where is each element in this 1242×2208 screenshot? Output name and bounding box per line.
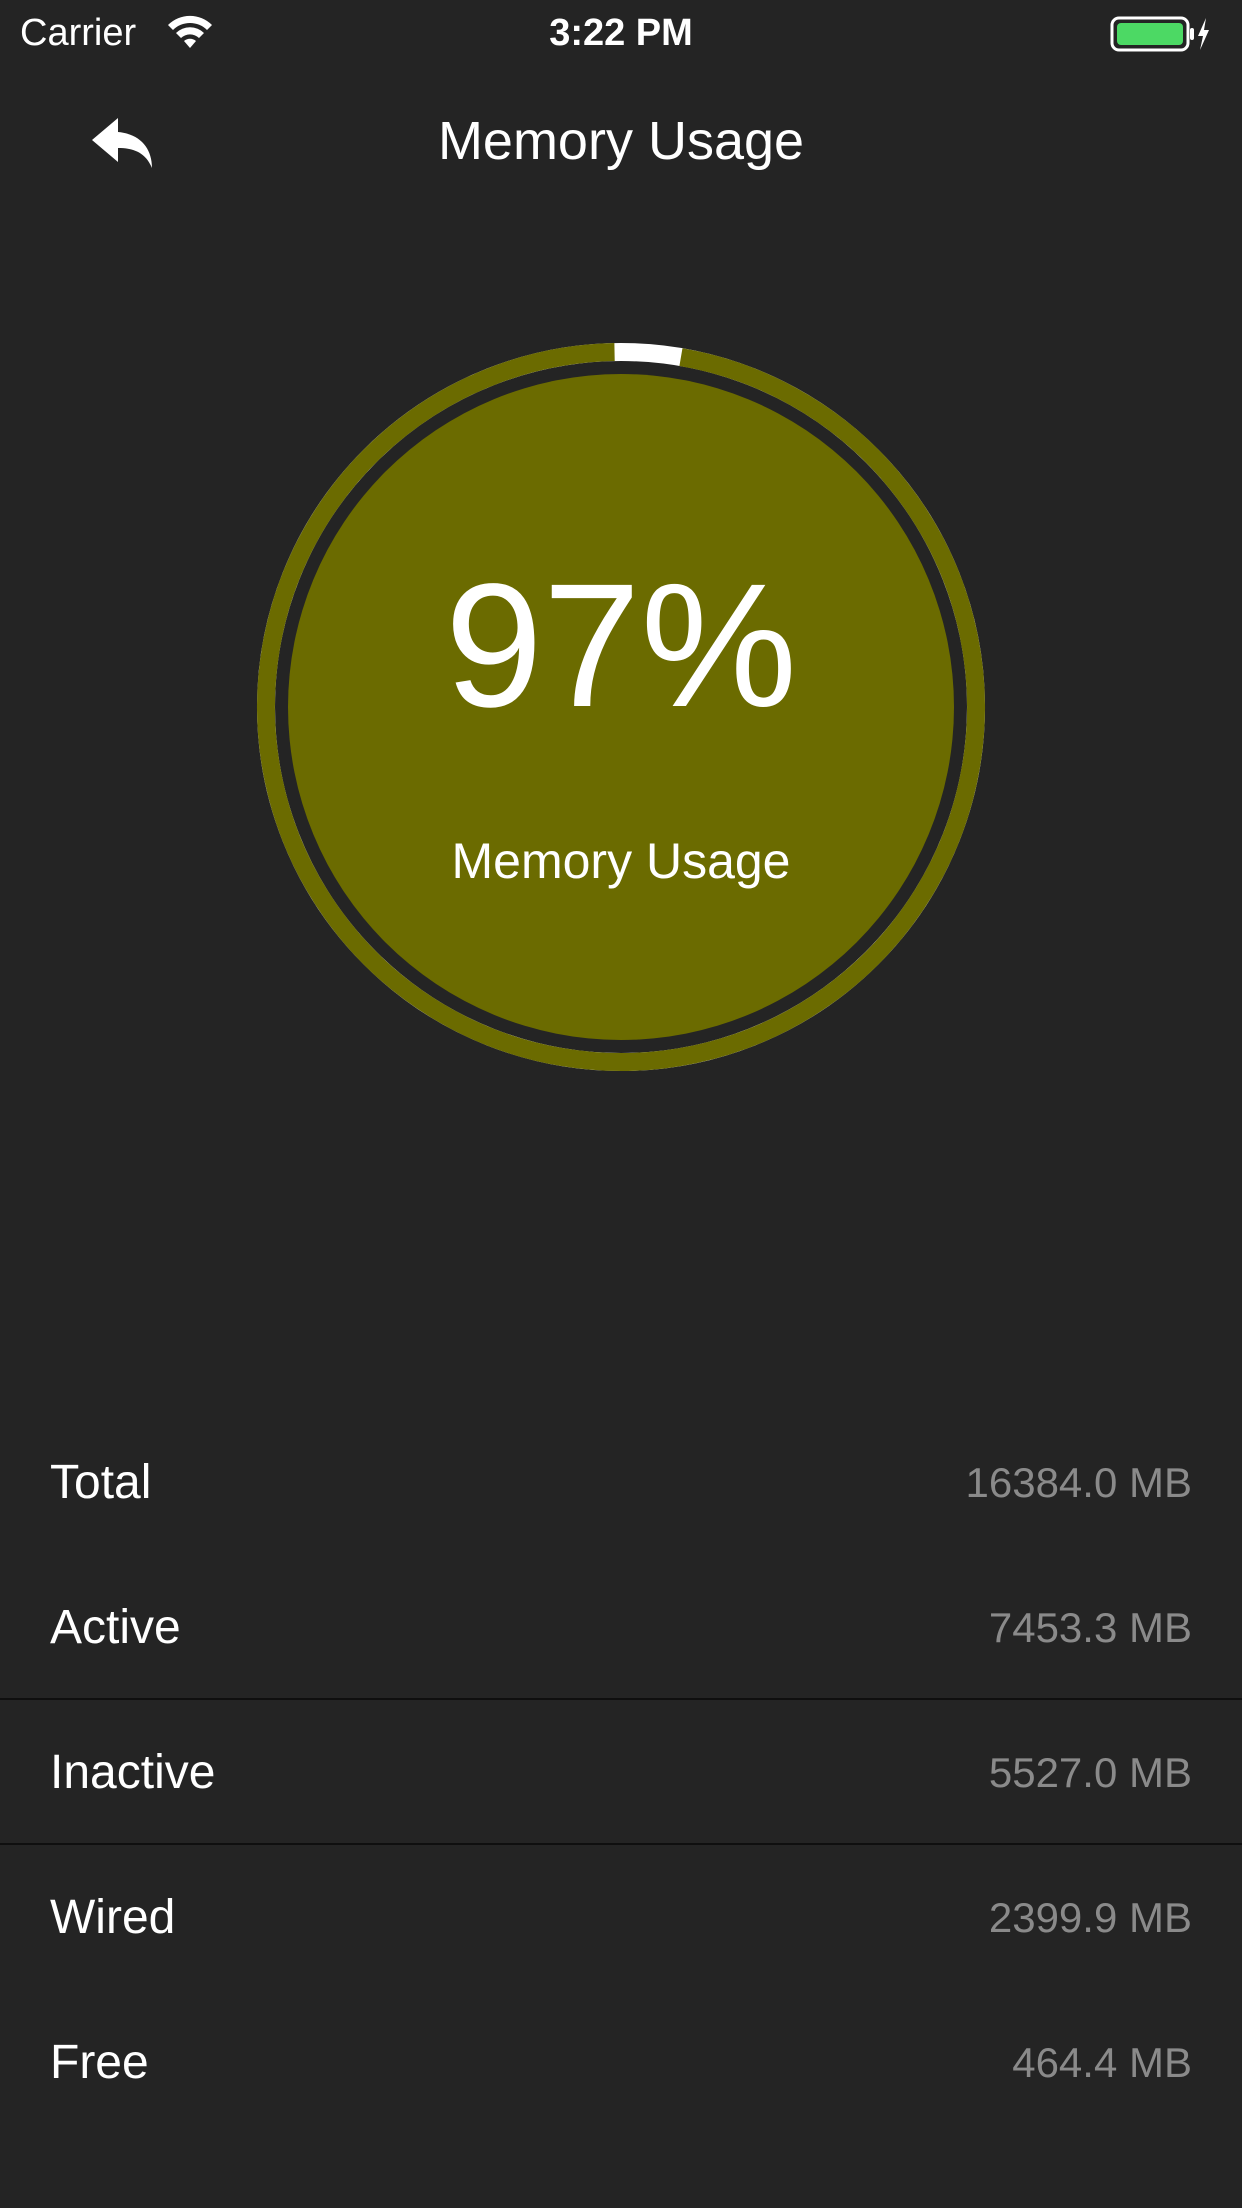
battery-charging-icon bbox=[1110, 14, 1210, 54]
stat-value: 5527.0 MB bbox=[988, 1749, 1192, 1796]
memory-usage-gauge: 97% Memory Usage bbox=[252, 338, 990, 1076]
stat-label: Free bbox=[50, 2036, 149, 2089]
stat-row-active: Active 7453.3 MB bbox=[0, 1555, 1242, 1700]
stat-label: Inactive bbox=[50, 1746, 216, 1799]
stat-row-free: Free 464.4 MB bbox=[0, 1990, 1242, 2135]
status-bar: Carrier 3:22 PM bbox=[0, 0, 1242, 66]
nav-bar: Memory Usage bbox=[0, 66, 1242, 216]
memory-stats-list: Total 16384.0 MB Active 7453.3 MB Inacti… bbox=[0, 1410, 1242, 2135]
stat-row-total: Total 16384.0 MB bbox=[0, 1410, 1242, 1555]
stat-row-inactive: Inactive 5527.0 MB bbox=[0, 1700, 1242, 1845]
stat-label: Wired bbox=[50, 1891, 176, 1944]
gauge-label: Memory Usage bbox=[451, 833, 791, 889]
stat-row-wired: Wired 2399.9 MB bbox=[0, 1845, 1242, 1990]
gauge-percent: 97% bbox=[444, 548, 798, 744]
stat-value: 2399.9 MB bbox=[988, 1894, 1192, 1941]
stat-value: 16384.0 MB bbox=[965, 1459, 1193, 1506]
stat-value: 464.4 MB bbox=[1012, 2039, 1192, 2086]
stat-label: Total bbox=[50, 1456, 152, 1509]
stat-label: Active bbox=[50, 1601, 181, 1654]
back-arrow-icon bbox=[80, 118, 170, 190]
status-time: 3:22 PM bbox=[549, 12, 693, 54]
page-title: Memory Usage bbox=[437, 111, 805, 171]
stat-value: 7453.3 MB bbox=[988, 1604, 1192, 1651]
